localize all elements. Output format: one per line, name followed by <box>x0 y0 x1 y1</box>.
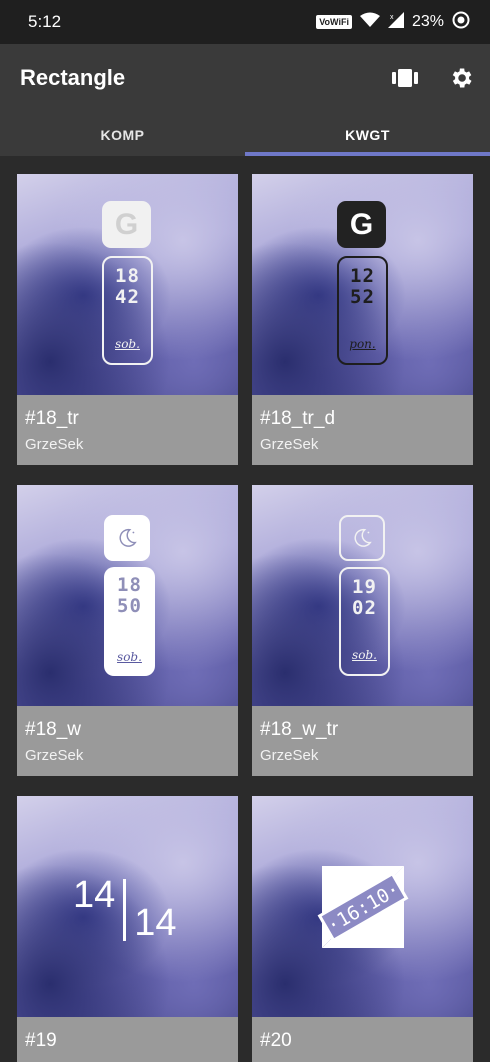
clock-hour: 18 <box>115 265 140 287</box>
battery-text: 23% <box>411 13 444 30</box>
clock-minute: 50 <box>117 595 142 617</box>
clock-day: sob. <box>115 337 140 351</box>
google-g-icon: G <box>102 201 151 248</box>
widget-name: #18_tr_d <box>260 408 336 429</box>
widget-card[interactable]: G 18 42 sob. #18_tr GrzeSek <box>17 174 238 465</box>
widget-preview: 14 14 <box>17 796 238 1017</box>
widget-card[interactable]: 14 14 #19 <box>17 796 238 1062</box>
clock-divider <box>123 878 127 941</box>
clock-widget: 18 50 sob. <box>104 567 155 676</box>
clock-day: pon. <box>349 337 376 351</box>
widget-preview: G 18 42 sob. <box>17 174 238 395</box>
widget-card[interactable]: 19 02 sob. #18_w_tr GrzeSek <box>252 485 473 776</box>
page-title: Rectangle <box>20 65 126 90</box>
widget-card[interactable]: 18 50 sob. #18_w GrzeSek <box>17 485 238 776</box>
widget-name: #18_w <box>25 719 81 740</box>
tab-kwgt[interactable]: KWGT <box>245 114 490 156</box>
clock-hour: 14 <box>73 874 116 916</box>
clock-day: sob. <box>117 650 142 664</box>
widget-card[interactable]: G 12 52 pon. #18_tr_d GrzeSek <box>252 174 473 465</box>
widget-card[interactable]: ·16:10· #20 <box>252 796 473 1062</box>
google-g-icon: G <box>337 201 386 248</box>
settings-gear-icon[interactable] <box>446 63 476 93</box>
clock-widget: 18 42 sob. <box>102 256 153 365</box>
clock-hour: 12 <box>350 265 375 287</box>
tab-komp[interactable]: KOMP <box>0 114 245 156</box>
wallpaper-icon[interactable] <box>390 63 420 93</box>
widget-preview: 18 50 sob. <box>17 485 238 706</box>
clock-minute: 14 <box>134 902 177 944</box>
clock-widget: 19 02 sob. <box>339 567 390 676</box>
moon-icon <box>104 515 150 561</box>
battery-saver-icon <box>452 11 470 34</box>
clock-minute: 52 <box>350 286 375 308</box>
widget-name: #19 <box>25 1030 57 1051</box>
widget-author: GrzeSek <box>260 436 319 453</box>
diagonal-clock-widget: ·16:10· <box>317 866 409 948</box>
widget-name: #20 <box>260 1030 292 1051</box>
widget-author: GrzeSek <box>25 436 84 453</box>
signal-icon: x <box>387 11 404 33</box>
split-clock-widget: 14 14 <box>73 874 177 945</box>
widget-preview: G 12 52 pon. <box>252 174 473 395</box>
clock-day: sob. <box>352 648 377 662</box>
widget-preview: 19 02 sob. <box>252 485 473 706</box>
wifi-icon <box>359 12 380 33</box>
clock-minute: 02 <box>352 597 377 619</box>
widget-preview: ·16:10· <box>252 796 473 1017</box>
clock-widget: 12 52 pon. <box>337 256 388 365</box>
status-time: 5:12 <box>28 12 62 31</box>
widget-name: #18_tr <box>25 408 79 429</box>
vowifi-badge: VoWiFi <box>316 15 352 29</box>
status-bar: 5:12 VoWiFi x 23% <box>0 0 490 44</box>
widget-author: GrzeSek <box>25 747 84 764</box>
clock-hour: 19 <box>352 576 377 598</box>
moon-icon <box>339 515 385 561</box>
widget-author: GrzeSek <box>260 747 319 764</box>
svg-text:x: x <box>390 14 394 21</box>
app-bar: Rectangle KOMP KWGT <box>0 44 490 156</box>
tab-bar: KOMP KWGT <box>0 114 490 156</box>
clock-hour: 18 <box>117 574 142 596</box>
clock-minute: 42 <box>115 286 140 308</box>
status-indicators: VoWiFi x 23% <box>316 11 470 34</box>
widget-name: #18_w_tr <box>260 719 339 740</box>
